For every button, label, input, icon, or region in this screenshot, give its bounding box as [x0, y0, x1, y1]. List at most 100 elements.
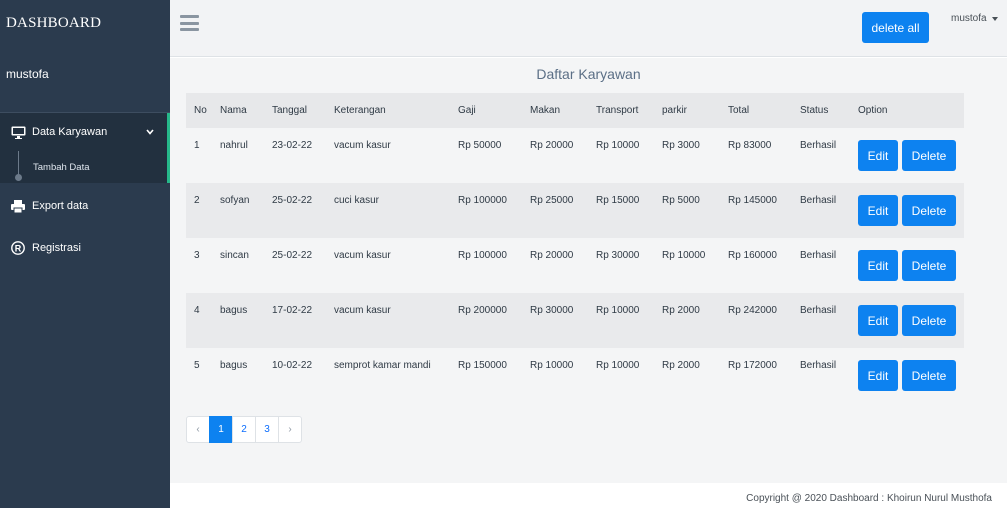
- brand-title[interactable]: DASHBOARD: [0, 0, 170, 48]
- sidebar-subitem-tambah-data[interactable]: Tambah Data: [0, 151, 170, 183]
- cell-gaji: Rp 100000: [450, 183, 522, 238]
- edit-button[interactable]: Edit: [858, 140, 898, 171]
- cell-transport: Rp 10000: [588, 293, 654, 348]
- cell-transport-text: Rp 10000: [596, 304, 640, 316]
- employee-table: No Nama Tanggal Keterangan Gaji Makan Tr…: [186, 93, 964, 403]
- cell-total-text: Rp 83000: [728, 139, 772, 151]
- topbar: delete all mustofa: [170, 0, 1007, 57]
- cell-no-text: 5: [194, 359, 200, 371]
- cell-gaji: Rp 150000: [450, 348, 522, 403]
- sidebar-item-registrasi[interactable]: R Registrasi: [0, 229, 170, 267]
- cell-transport-text: Rp 10000: [596, 359, 640, 371]
- cell-total-text: Rp 145000: [728, 194, 777, 206]
- sidebar-item-label: Export data: [32, 200, 89, 212]
- cell-makan-text: Rp 20000: [530, 249, 574, 261]
- cell-option: Edit Delete: [850, 348, 964, 403]
- cell-status: Berhasil: [792, 238, 850, 293]
- column-header: Nama: [212, 93, 264, 128]
- sidebar-item-label: Registrasi: [32, 242, 81, 254]
- pagination-prev[interactable]: ‹: [186, 416, 210, 443]
- cell-tanggal-text: 25-02-22: [272, 249, 313, 261]
- cell-transport-text: Rp 15000: [596, 194, 640, 206]
- cell-total: Rp 160000: [720, 238, 792, 293]
- cell-tanggal: 10-02-22: [264, 348, 326, 403]
- cell-option: Edit Delete: [850, 293, 964, 348]
- table-row: 4 bagus 17-02-22 vacum kasur Rp 200000 Rp 300…: [186, 293, 964, 348]
- cell-makan: Rp 20000: [522, 128, 588, 183]
- pagination-page-2[interactable]: 2: [232, 416, 256, 443]
- edit-button[interactable]: Edit: [858, 195, 898, 226]
- cell-no: 4: [186, 293, 212, 348]
- delete-button[interactable]: Delete: [902, 195, 956, 226]
- cell-parkir: Rp 3000: [654, 128, 720, 183]
- cell-transport: Rp 30000: [588, 238, 654, 293]
- cell-status-text: Berhasil: [800, 304, 837, 316]
- cell-parkir-text: Rp 3000: [662, 139, 700, 151]
- cell-tanggal-text: 23-02-22: [272, 139, 313, 151]
- pagination-page-1[interactable]: 1: [209, 416, 233, 443]
- edit-button[interactable]: Edit: [858, 305, 898, 336]
- cell-keterangan: vacum kasur: [326, 128, 450, 183]
- page-title: Daftar Karyawan: [536, 66, 641, 82]
- table-row: 2 sofyan 25-02-22 cuci kasur Rp 100000 Rp 250…: [186, 183, 964, 238]
- user-dropdown-label: mustofa: [951, 13, 987, 24]
- cell-status: Berhasil: [792, 128, 850, 183]
- footer-copyright: Copyright @ 2020 Dashboard : Khoirun Nur…: [746, 493, 992, 504]
- cell-parkir-text: Rp 2000: [662, 304, 700, 316]
- edit-button[interactable]: Edit: [858, 250, 898, 281]
- cell-no-text: 4: [194, 304, 200, 316]
- cell-makan: Rp 25000: [522, 183, 588, 238]
- cell-gaji-text: Rp 150000: [458, 359, 507, 371]
- column-header: parkir: [654, 93, 720, 128]
- delete-all-button[interactable]: delete all: [862, 12, 929, 43]
- delete-button[interactable]: Delete: [902, 250, 956, 281]
- delete-button[interactable]: Delete: [902, 360, 956, 391]
- cell-gaji: Rp 50000: [450, 128, 522, 183]
- cell-status-text: Berhasil: [800, 249, 837, 261]
- sidebar-item-export-data[interactable]: Export data: [0, 187, 170, 225]
- table-row: 5 bagus 10-02-22 semprot kamar mandi Rp 1500…: [186, 348, 964, 403]
- cell-parkir: Rp 5000: [654, 183, 720, 238]
- cell-no: 5: [186, 348, 212, 403]
- delete-button[interactable]: Delete: [902, 305, 956, 336]
- cell-option: Edit Delete: [850, 238, 964, 293]
- sidebar-item-data-karyawan[interactable]: Data Karyawan: [0, 113, 170, 151]
- pagination: ‹ 1 2 3 ›: [186, 416, 302, 443]
- cell-no-text: 3: [194, 249, 200, 261]
- cell-nama: sofyan: [212, 183, 264, 238]
- column-header: No: [186, 93, 212, 128]
- cell-makan-text: Rp 30000: [530, 304, 574, 316]
- cell-parkir-text: Rp 2000: [662, 359, 700, 371]
- cell-keterangan-text: cuci kasur: [334, 194, 380, 206]
- cell-gaji-text: Rp 200000: [458, 304, 507, 316]
- cell-nama: nahrul: [212, 128, 264, 183]
- cell-tanggal: 25-02-22: [264, 238, 326, 293]
- sidebar-item-label: Data Karyawan: [32, 126, 108, 138]
- cell-total-text: Rp 160000: [728, 249, 777, 261]
- cell-keterangan-text: semprot kamar mandi: [334, 359, 431, 371]
- cell-transport-text: Rp 10000: [596, 139, 640, 151]
- cell-option: Edit Delete: [850, 183, 964, 238]
- cell-status: Berhasil: [792, 293, 850, 348]
- pagination-next[interactable]: ›: [278, 416, 302, 443]
- cell-keterangan-text: vacum kasur: [334, 304, 391, 316]
- main-content: Daftar Karyawan No Nama Tanggal Keterang…: [170, 58, 1007, 483]
- cell-nama-text: nahrul: [220, 139, 248, 151]
- column-header: Total: [720, 93, 792, 128]
- cell-total-text: Rp 172000: [728, 359, 777, 371]
- edit-button[interactable]: Edit: [858, 360, 898, 391]
- cell-tanggal: 25-02-22: [264, 183, 326, 238]
- delete-button[interactable]: Delete: [902, 140, 956, 171]
- hamburger-menu-icon[interactable]: [180, 15, 199, 31]
- column-header: Gaji: [450, 93, 522, 128]
- pagination-page-3[interactable]: 3: [255, 416, 279, 443]
- user-dropdown[interactable]: mustofa: [951, 13, 998, 24]
- cell-gaji-text: Rp 100000: [458, 194, 507, 206]
- cell-nama-text: sofyan: [220, 194, 250, 206]
- cell-makan-text: Rp 20000: [530, 139, 574, 151]
- caret-down-icon: [991, 16, 998, 21]
- cell-parkir-text: Rp 10000: [662, 249, 706, 261]
- column-header: Keterangan: [326, 93, 450, 128]
- monitor-icon: [10, 124, 26, 140]
- cell-parkir: Rp 10000: [654, 238, 720, 293]
